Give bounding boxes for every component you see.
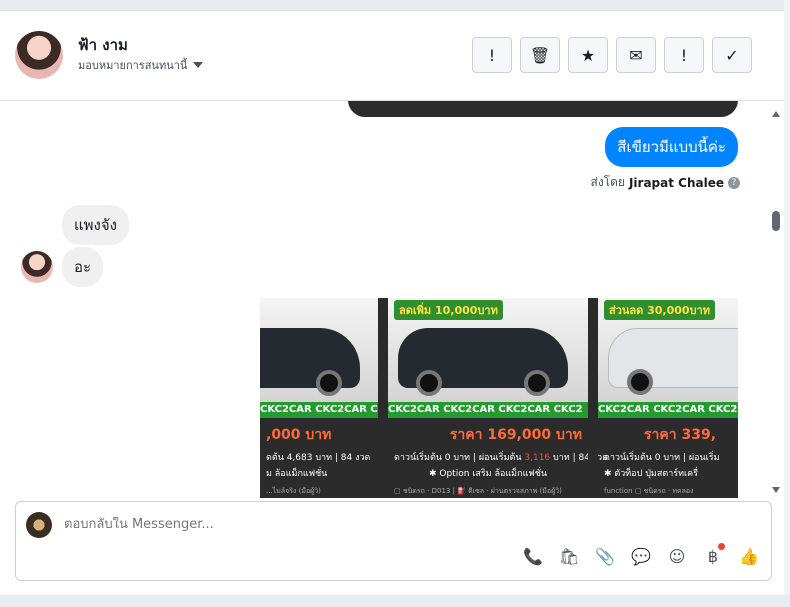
sent-by-prefix: ส่งโดย [590, 175, 625, 189]
attachment-icon[interactable]: 📎 [593, 544, 617, 568]
notification-dot [718, 543, 725, 550]
window-edge [784, 0, 790, 607]
important-button[interactable]: ! [664, 37, 704, 73]
incoming-message: อะ [62, 247, 104, 287]
card-option: ✱ Option เสริม ล้อแม็กแฟชั่น [428, 469, 548, 479]
car-card[interactable]: ส่วนลด 30,000บาท CKC2CAR CKC2CAR CKC2CAR… [588, 298, 738, 498]
scroll-up-icon[interactable] [772, 111, 780, 117]
assign-label: มอบหมายการสนทนานี้ [78, 59, 188, 72]
card-price: ราคา 339, [644, 427, 717, 443]
info-icon[interactable]: ? [728, 176, 740, 189]
assign-conversation[interactable]: มอบหมายการสนทนานี้ [78, 56, 204, 74]
scroll-thumb[interactable] [772, 211, 780, 231]
delete-button[interactable]: 🗑 [520, 37, 560, 73]
conversation-header: ฟ้า งาม มอบหมายการสนทนานี้ ! 🗑 ★ ✉ ! ✓ [0, 11, 784, 101]
scrollbar[interactable] [772, 107, 782, 497]
car-shape [260, 328, 360, 396]
message-list[interactable]: สีเขียวมีแบบนี้ค่ะ ส่งโดย Jirapat Chalee… [0, 101, 770, 501]
star-button[interactable]: ★ [568, 37, 608, 73]
card-price: ,000 บาท [266, 427, 332, 443]
bottom-strip [0, 595, 790, 607]
like-icon[interactable]: 👍 [737, 544, 761, 568]
wheel [524, 370, 550, 396]
promo-badge: ลดเพิ่ม 10,000บาท [394, 300, 503, 320]
car-card[interactable]: ลดเพิ่ม 10,000บาท CKC2CAR CKC2CAR CKC2CA… [378, 298, 608, 498]
wheel [416, 370, 442, 396]
contact-name[interactable]: ฟ้า งาม [78, 33, 128, 57]
previous-message-bubble [348, 101, 738, 117]
check-icon: ✓ [725, 45, 739, 65]
card-terms: ดาวน์เริ่มต้น 0 บาท | ผ่อนเริ่ม [604, 453, 720, 463]
sent-by-info: ส่งโดย Jirapat Chalee ? [590, 173, 740, 192]
image-carousel[interactable]: CKC2CAR CKC2CAR CKC2CAR ,000 บาท ดต้น 4,… [260, 298, 738, 498]
car-photo: ส่วนลด 30,000บาท CKC2CAR CKC2CAR CKC2CAR [598, 298, 738, 418]
card-details: ราคา 339, ดาวน์เริ่มต้น 0 บาท | ผ่อนเริ่… [598, 418, 738, 497]
contact-avatar-small [21, 251, 53, 283]
header-actions: ! 🗑 ★ ✉ ! ✓ [472, 37, 752, 73]
saved-reply-icon[interactable]: 💬 [629, 544, 653, 568]
outgoing-message: สีเขียวมีแบบนี้ค่ะ [605, 127, 738, 167]
card-option: ม ล้อแม็กแฟชั่น [266, 469, 328, 479]
incoming-message: แพงจัง [62, 205, 129, 245]
call-icon[interactable]: 📞 [521, 544, 545, 568]
scroll-down-icon[interactable] [772, 487, 780, 493]
card-footer: ...ไมล์จริง (มือผู้วิ) [266, 487, 321, 495]
car-card[interactable]: CKC2CAR CKC2CAR CKC2CAR ,000 บาท ดต้น 4,… [260, 298, 378, 498]
card-banner: CKC2CAR CKC2CAR CKC2CAR [260, 402, 378, 418]
car-photo: CKC2CAR CKC2CAR CKC2CAR [260, 298, 378, 418]
composer-tools: 📞 🛍 📎 💬 ☺ ฿ 👍 [521, 543, 761, 568]
important-icon: ! [680, 45, 688, 65]
page-avatar [26, 512, 52, 538]
card-terms: ดาวน์เริ่มต้น 0 บาท | ผ่อนเริ่มต้น 3,116… [394, 450, 608, 464]
card-footer: ▢ ชนิดรถ · D013 | ⛽ ดีเซล · ผ่านตรวจสภาพ… [394, 487, 562, 495]
mark-unread-button[interactable]: ✉ [616, 37, 656, 73]
contact-avatar[interactable] [15, 31, 63, 79]
conversation-panel: ฟ้า งาม มอบหมายการสนทนานี้ ! 🗑 ★ ✉ ! ✓ ส… [0, 10, 784, 595]
card-option: ✱ ตัวท็อป ปุ่มสตาร์ทเครื่ [604, 469, 698, 479]
wheel [627, 369, 653, 395]
payment-icon[interactable]: ฿ [701, 543, 725, 568]
baht-icon: ฿ [707, 546, 719, 566]
alert-button[interactable]: ! [472, 37, 512, 73]
card-terms: ดต้น 4,683 บาท | 84 งวด [266, 453, 371, 463]
mail-icon: ✉ [629, 45, 643, 65]
shopping-bag-icon[interactable]: 🛍 [557, 544, 581, 568]
car-shape [398, 328, 568, 396]
sent-by-name: Jirapat Chalee [628, 175, 724, 190]
card-price: ราคา 169,000 บาท [449, 427, 582, 443]
card-banner: CKC2CAR CKC2CAR CKC2CAR [598, 402, 738, 418]
promo-badge: ส่วนลด 30,000บาท [604, 300, 715, 320]
card-details: ,000 บาท ดต้น 4,683 บาท | 84 งวด ม ล้อแม… [260, 418, 378, 497]
terms-monthly: 3,116 [524, 453, 551, 463]
reply-input[interactable] [64, 517, 664, 532]
emoji-icon[interactable]: ☺ [665, 544, 689, 568]
car-photo: ลดเพิ่ม 10,000บาท CKC2CAR CKC2CAR CKC2CA… [388, 298, 588, 418]
terms-text: ดาวน์เริ่มต้น 0 บาท | ผ่อนเริ่มต้น [394, 453, 525, 463]
card-banner: CKC2CAR CKC2CAR CKC2CAR CKC2 [388, 402, 588, 418]
alert-icon: ! [488, 45, 496, 65]
star-icon: ★ [580, 45, 596, 65]
card-footer: function ▢ ชนิดรถ · ทดลอง [604, 487, 694, 495]
trash-icon: 🗑 [529, 45, 551, 65]
car-shape [608, 328, 738, 395]
composer: 📞 🛍 📎 💬 ☺ ฿ 👍 [15, 501, 772, 581]
wheel [316, 370, 342, 396]
card-details: ราคา 169,000 บาท ดาวน์เริ่มต้น 0 บาท | ผ… [388, 418, 608, 497]
done-button[interactable]: ✓ [712, 37, 752, 73]
caret-down-icon [193, 62, 204, 68]
